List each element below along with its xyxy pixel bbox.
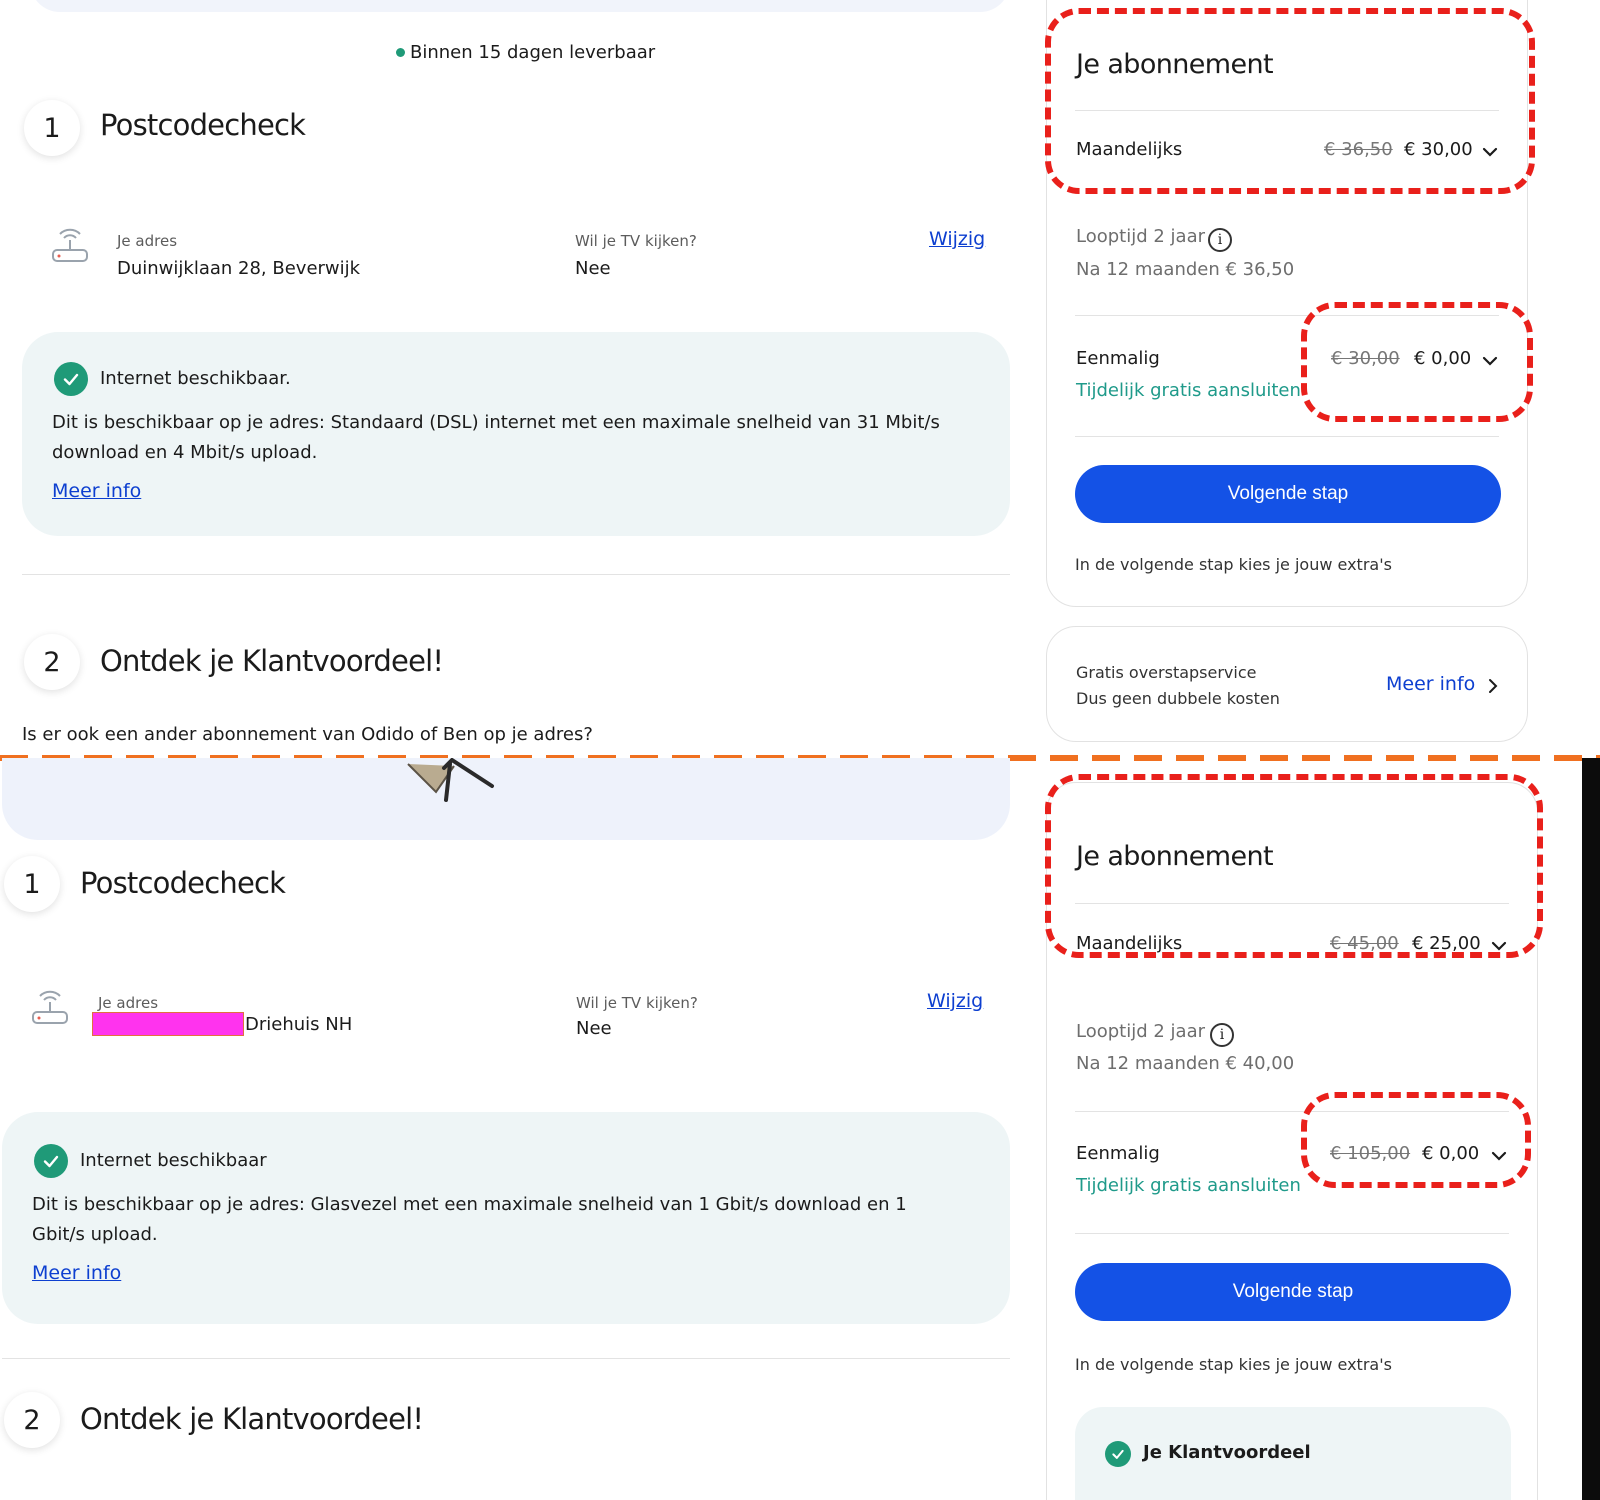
router-icon <box>52 228 88 262</box>
address-label: Je adres <box>98 994 159 1012</box>
check-icon <box>54 362 88 396</box>
step-1-title: Postcodecheck <box>80 866 286 900</box>
promo-text: Tijdelijk gratis aansluiten <box>1076 1175 1301 1196</box>
availability-description: Dit is beschikbaar op je adres: Standaar… <box>52 412 940 463</box>
step-2-title: Ontdek je Klantvoordeel! <box>100 644 444 678</box>
tv-label: Wil je TV kijken? <box>576 994 698 1012</box>
router-icon <box>32 990 68 1024</box>
info-icon[interactable]: i <box>1210 1023 1234 1047</box>
after-period-text: Na 12 maanden € 40,00 <box>1076 1053 1295 1074</box>
monthly-label: Maandelijks <box>1076 139 1183 160</box>
tv-value: Nee <box>576 1018 612 1039</box>
tv-value: Nee <box>575 258 611 279</box>
monthly-new-price: € 30,00 <box>1404 139 1473 160</box>
more-info-link[interactable]: Meer info <box>52 480 141 502</box>
availability-description: Dit is beschikbaar op je adres: Glasveze… <box>32 1194 907 1245</box>
availability-title: Internet beschikbaar <box>80 1150 267 1171</box>
switch-line-2: Dus geen dubbele kosten <box>1076 689 1280 708</box>
step-number: 2 <box>43 646 61 678</box>
banner <box>2 758 1010 840</box>
tv-label: Wil je TV kijken? <box>575 232 697 250</box>
step-number: 2 <box>23 1404 41 1436</box>
availability-box: Internet beschikbaar Dit is beschikbaar … <box>2 1112 1010 1324</box>
step-1-title: Postcodecheck <box>100 108 306 142</box>
divider <box>1075 1233 1509 1234</box>
change-link[interactable]: Wijzig <box>929 228 985 250</box>
switch-line-1: Gratis overstapservice <box>1076 663 1257 682</box>
availability-box: Internet beschikbaar. Dit is beschikbaar… <box>22 332 1010 536</box>
check-icon <box>34 1144 68 1178</box>
step-1-badge: 1 <box>24 100 80 156</box>
switch-more-info-link[interactable]: Meer info <box>1386 673 1475 695</box>
divider <box>1075 436 1499 437</box>
monthly-label: Maandelijks <box>1076 933 1183 954</box>
address-value: Duinwijklaan 28, Beverwijk <box>117 258 361 279</box>
address-label: Je adres <box>117 232 178 250</box>
more-info-link[interactable]: Meer info <box>32 1262 121 1284</box>
next-step-button[interactable]: Volgende stap <box>1075 465 1501 523</box>
availability-title: Internet beschikbaar. <box>100 368 291 389</box>
once-label: Eenmalig <box>1076 348 1160 369</box>
step-2-badge: 2 <box>24 634 80 690</box>
chevron-down-icon[interactable] <box>1491 1148 1507 1164</box>
status-dot-icon <box>396 48 405 57</box>
switch-service-card[interactable]: Gratis overstapservice Dus geen dubbele … <box>1046 626 1528 742</box>
product-image-icon <box>407 758 494 802</box>
other-subscription-question: Is er ook een ander abonnement van Odido… <box>22 724 593 745</box>
chevron-down-icon[interactable] <box>1491 938 1507 954</box>
monthly-new-price: € 25,00 <box>1412 933 1481 954</box>
subscription-card: Je abonnement Maandelijks € 45,00 € 25,0… <box>1046 782 1538 1500</box>
promo-text: Tijdelijk gratis aansluiten <box>1076 380 1301 401</box>
once-new-price: € 0,00 <box>1422 1143 1480 1164</box>
window-edge <box>1582 758 1600 1500</box>
chevron-down-icon[interactable] <box>1482 353 1498 369</box>
subscription-card: Je abonnement Maandelijks € 36,50 € 30,0… <box>1046 0 1528 607</box>
chevron-right-icon <box>1489 679 1498 693</box>
term-text: Looptijd 2 jaar <box>1076 226 1206 247</box>
address-value: Driehuis NH <box>245 1014 353 1035</box>
divider <box>1075 1111 1509 1112</box>
divider <box>22 574 1010 575</box>
next-step-note: In de volgende stap kies je jouw extra's <box>1075 555 1392 574</box>
delivery-text: Binnen 15 dagen leverbaar <box>410 42 656 63</box>
divider <box>1075 110 1499 111</box>
once-old-price: € 105,00 <box>1330 1143 1411 1164</box>
once-new-price: € 0,00 <box>1414 348 1472 369</box>
top-screenshot: Binnen 15 dagen leverbaar 1 Postcodechec… <box>0 0 1600 758</box>
once-label: Eenmalig <box>1076 1143 1160 1164</box>
divider <box>1075 315 1499 316</box>
change-link[interactable]: Wijzig <box>927 990 983 1012</box>
benefit-box: Je Klantvoordeel <box>1075 1407 1511 1500</box>
card-title: Je abonnement <box>1076 841 1274 872</box>
once-old-price: € 30,00 <box>1331 348 1400 369</box>
divider <box>1075 903 1509 904</box>
benefit-title: Je Klantvoordeel <box>1143 1442 1311 1463</box>
check-icon <box>1105 1441 1131 1467</box>
step-2-badge: 2 <box>4 1392 60 1448</box>
monthly-old-price: € 45,00 <box>1330 933 1399 954</box>
banner-remnant <box>30 0 1010 12</box>
step-2-title: Ontdek je Klantvoordeel! <box>80 1402 424 1436</box>
card-title: Je abonnement <box>1076 49 1274 80</box>
after-period-text: Na 12 maanden € 36,50 <box>1076 259 1295 280</box>
redaction-box <box>92 1012 244 1036</box>
next-step-button[interactable]: Volgende stap <box>1075 1263 1511 1321</box>
step-number: 1 <box>43 112 61 144</box>
bottom-screenshot: 1 Postcodecheck Je adres Driehuis NH Wil… <box>0 758 1600 1500</box>
step-number: 1 <box>23 868 41 900</box>
info-icon[interactable]: i <box>1208 228 1232 252</box>
next-step-note: In de volgende stap kies je jouw extra's <box>1075 1355 1392 1374</box>
chevron-down-icon[interactable] <box>1482 144 1498 160</box>
term-text: Looptijd 2 jaar <box>1076 1021 1206 1042</box>
monthly-old-price: € 36,50 <box>1324 139 1393 160</box>
divider <box>2 1358 1010 1359</box>
step-1-badge: 1 <box>4 856 60 912</box>
